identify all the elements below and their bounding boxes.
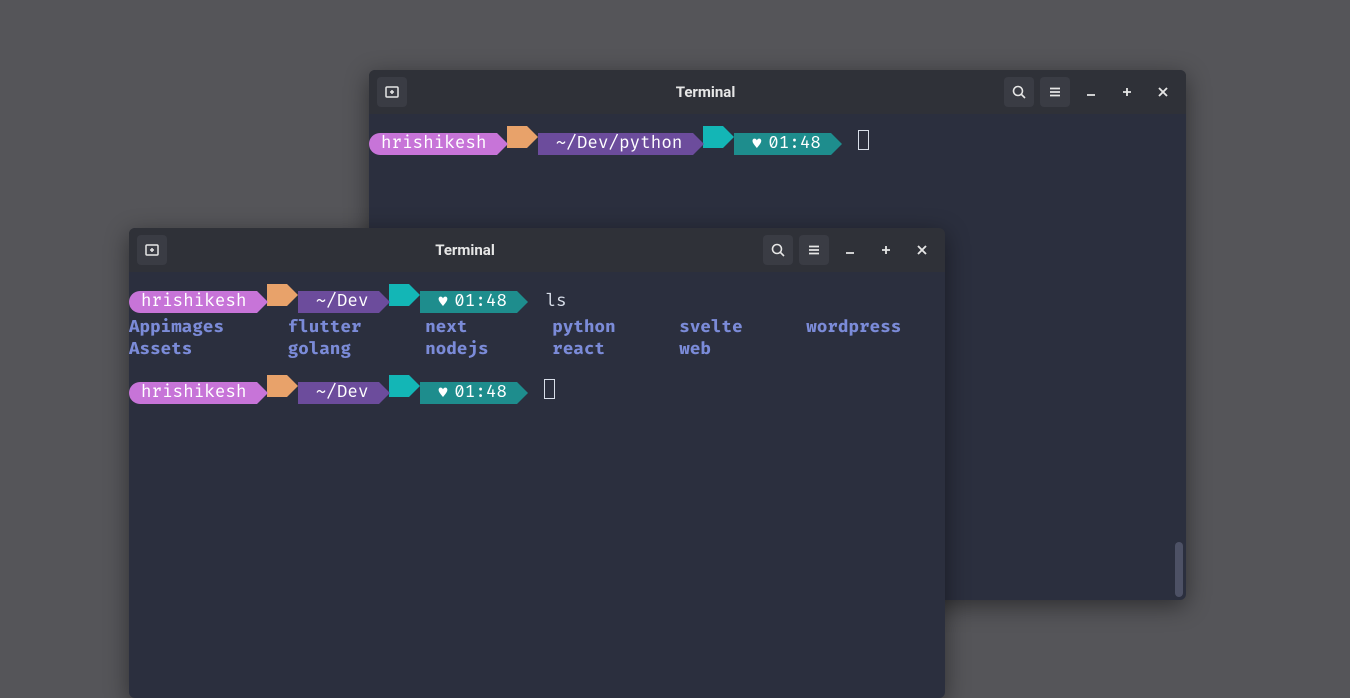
- ls-item: react: [552, 339, 659, 361]
- titlebar[interactable]: Terminal: [129, 228, 945, 272]
- maximize-button[interactable]: [871, 235, 901, 265]
- command-text: ls: [546, 291, 567, 312]
- ls-item: Appimages: [129, 317, 268, 339]
- titlebar[interactable]: Terminal: [369, 70, 1186, 114]
- ls-item: wordpress: [806, 317, 945, 339]
- ls-item: Assets: [129, 339, 268, 361]
- prompt-path: ~/Dev/python: [538, 133, 693, 155]
- prompt-user: hrishikesh: [129, 382, 257, 404]
- prompt-user: hrishikesh: [129, 291, 257, 313]
- prompt-time: ♥01:48: [734, 133, 831, 155]
- ls-output: Appimages flutter next python svelte wordpres…: [129, 313, 945, 361]
- prompt-time: ♥01:48: [420, 291, 517, 313]
- prompt-path: ~/Dev: [298, 382, 379, 404]
- search-button[interactable]: [1004, 77, 1034, 107]
- prompt-path: ~/Dev: [298, 291, 379, 313]
- prompt-sep-2: [389, 284, 409, 306]
- prompt-line: hrishikesh ~/Dev/python ♥01:48: [369, 126, 1186, 155]
- ls-item: nodejs: [425, 339, 532, 361]
- terminal-area[interactable]: hrishikesh ~/Dev/python ♥01:48: [369, 114, 1186, 155]
- window-title: Terminal: [435, 241, 495, 259]
- search-button[interactable]: [763, 235, 793, 265]
- cursor: [858, 130, 869, 150]
- window-title: Terminal: [676, 83, 736, 101]
- terminal-window-front[interactable]: Terminal hrishikesh ~/Dev ♥01:4: [129, 228, 945, 698]
- prompt-sep-2: [703, 126, 723, 148]
- ls-item: svelte: [679, 317, 786, 339]
- prompt-sep-1: [267, 375, 287, 397]
- ls-item: python: [552, 317, 659, 339]
- minimize-button[interactable]: [835, 235, 865, 265]
- maximize-button[interactable]: [1112, 77, 1142, 107]
- ls-item: flutter: [288, 317, 406, 339]
- prompt-line-1: hrishikesh ~/Dev ♥01:48 ls: [129, 284, 945, 313]
- menu-button[interactable]: [1040, 77, 1070, 107]
- prompt-time: ♥01:48: [420, 382, 517, 404]
- close-button[interactable]: [907, 235, 937, 265]
- ls-item: golang: [288, 339, 406, 361]
- new-tab-button[interactable]: [377, 77, 407, 107]
- terminal-area[interactable]: hrishikesh ~/Dev ♥01:48 ls Appimages flut…: [129, 272, 945, 404]
- ls-item: next: [425, 317, 532, 339]
- prompt-user: hrishikesh: [369, 133, 497, 155]
- heart-icon: ♥: [438, 291, 449, 312]
- menu-button[interactable]: [799, 235, 829, 265]
- cursor: [544, 379, 555, 399]
- minimize-button[interactable]: [1076, 77, 1106, 107]
- close-button[interactable]: [1148, 77, 1178, 107]
- ls-item: web: [679, 339, 786, 361]
- new-tab-button[interactable]: [137, 235, 167, 265]
- prompt-sep-2: [389, 375, 409, 397]
- heart-icon: ♥: [438, 382, 449, 403]
- prompt-sep-1: [507, 126, 527, 148]
- heart-icon: ♥: [752, 133, 763, 154]
- scrollbar[interactable]: [1175, 542, 1183, 597]
- prompt-sep-1: [267, 284, 287, 306]
- prompt-line-2: hrishikesh ~/Dev ♥01:48: [129, 375, 945, 404]
